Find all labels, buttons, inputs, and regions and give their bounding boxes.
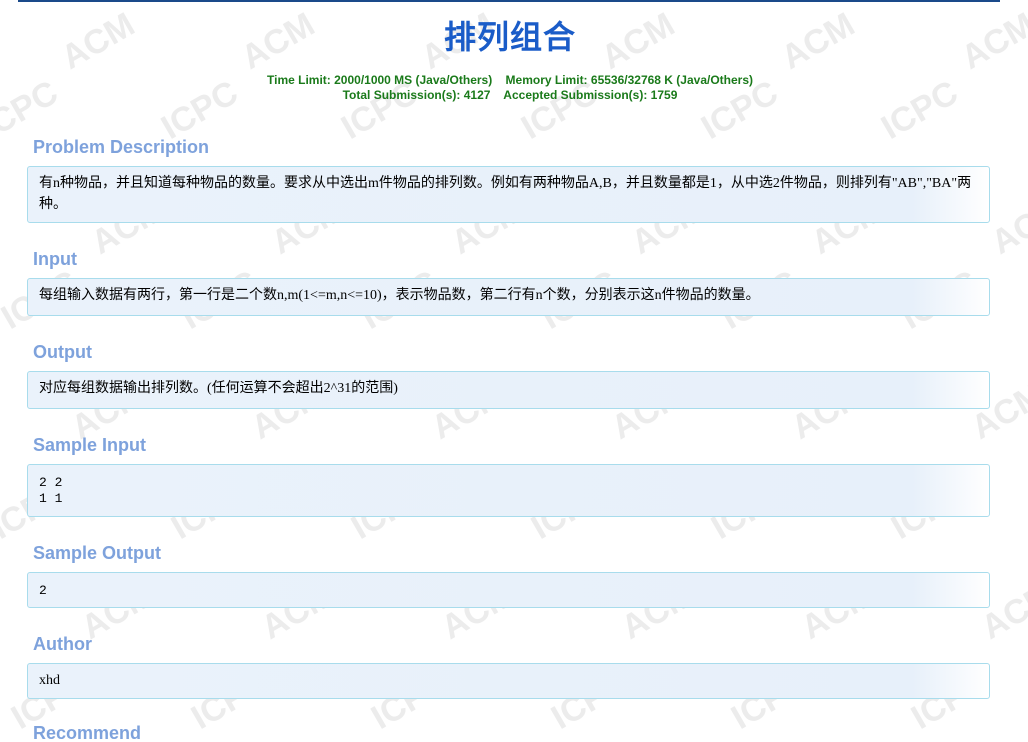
input-panel: 每组输入数据有两行，第一行是二个数n,m(1<=m,n<=10)，表示物品数，第… (27, 278, 990, 316)
sample-input-heading: Sample Input (33, 435, 147, 455)
problem-description-panel: 有n种物品，并且知道每种物品的数量。要求从中选出m件物品的排列数。例如有两种物品… (27, 166, 990, 223)
author-heading: Author (33, 634, 92, 654)
recommend-heading: Recommend (33, 723, 142, 742)
problem-title: 排列组合 (443, 18, 576, 56)
problem-description-heading: Problem Description (33, 137, 210, 157)
svg-text:ACM: ACM (985, 190, 1028, 262)
sample-input-panel: 2 2 1 1 (27, 464, 990, 517)
input-heading: Input (33, 249, 77, 269)
submission-stats: Total Submission(s): 4127 Accepted Submi… (342, 88, 678, 102)
output-heading: Output (33, 342, 92, 362)
sample-output-heading: Sample Output (33, 543, 162, 563)
author-panel: xhd (27, 663, 990, 699)
time-memory-limit: Time Limit: 2000/1000 MS (Java/Others) M… (267, 73, 753, 87)
top-rule (18, 0, 1000, 2)
output-panel: 对应每组数据输出排列数。(任何运算不会超出2^31的范围) (27, 371, 990, 409)
sample-output-panel: 2 (27, 572, 990, 608)
